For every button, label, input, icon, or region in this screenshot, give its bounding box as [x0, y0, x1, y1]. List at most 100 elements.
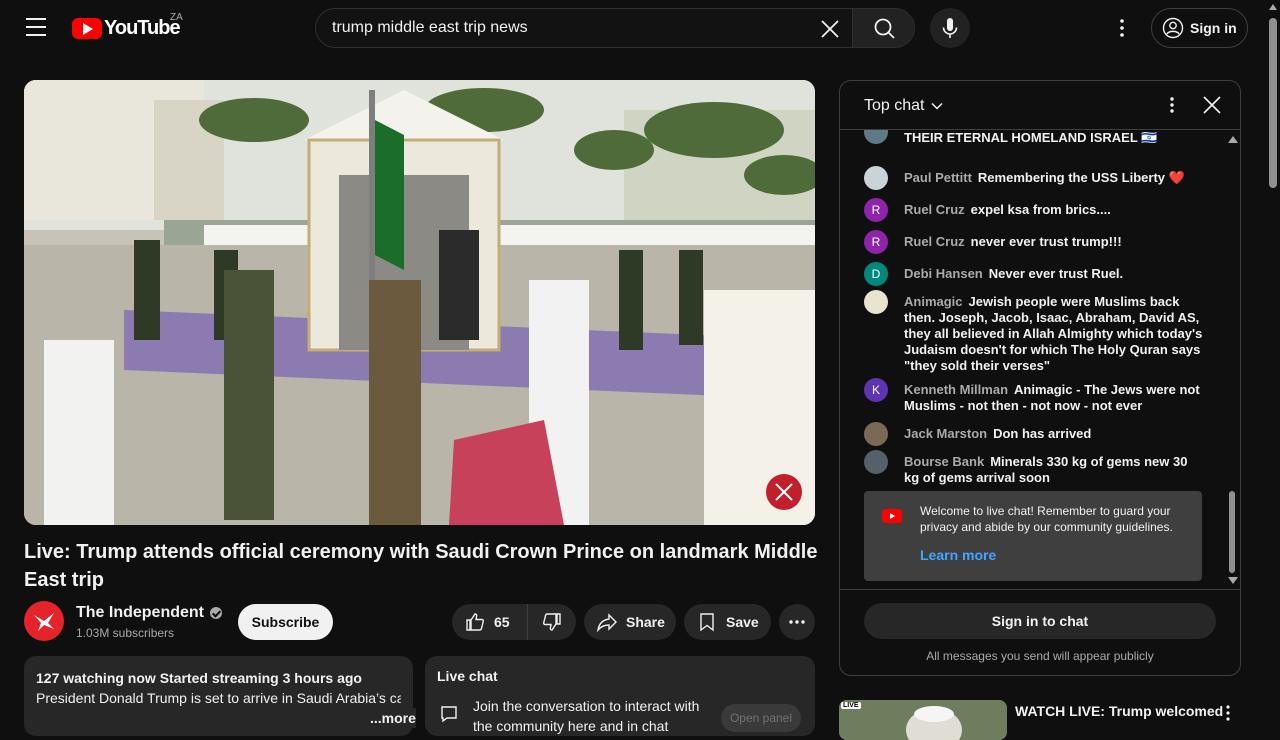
description-text: President Donald Trump is set to arrive …	[36, 690, 401, 706]
top-chat-dropdown[interactable]: Top chat	[864, 97, 946, 115]
close-chat-icon[interactable]	[1200, 93, 1224, 117]
chat-message-text: THEIR ETERNAL HOMELAND ISRAEL 🇮🇱	[904, 130, 1158, 145]
thumbs-up-icon	[466, 613, 484, 631]
scroll-down-arrow-icon[interactable]	[1228, 577, 1238, 584]
sign-in-button[interactable]: Sign in	[1151, 8, 1248, 48]
more-horizontal-icon	[789, 620, 805, 624]
like-dislike-group: 65	[452, 604, 576, 640]
chat-avatar: K	[864, 378, 888, 402]
chat-avatar	[864, 130, 888, 144]
chat-message: THEIR ETERNAL HOMELAND ISRAEL 🇮🇱	[864, 130, 1204, 146]
recommended-thumbnail[interactable]: LIVE	[839, 700, 1007, 740]
masthead: YouTube ZA Sign in	[0, 0, 1280, 56]
view-and-stream-info: 127 watching now Started streaming 3 hou…	[36, 670, 362, 686]
chat-message: Animagic Jewish people were Muslims back …	[864, 290, 1204, 374]
chat-author: Debi Hansen	[904, 266, 983, 281]
logo-text: YouTube	[104, 16, 181, 39]
chat-scrollbar-thumb[interactable]	[1229, 491, 1235, 573]
bookmark-icon	[700, 613, 714, 632]
search-input[interactable]	[316, 9, 852, 47]
subscribe-button[interactable]: Subscribe	[238, 604, 333, 640]
description-more-link[interactable]: ...more	[366, 708, 416, 728]
chat-bubble-icon	[441, 706, 457, 723]
chat-message: Jack Marston Don has arrived	[864, 422, 1204, 446]
open-panel-button[interactable]: Open panel	[721, 704, 801, 732]
chat-footer: Sign in to chat All messages you send wi…	[840, 589, 1240, 675]
live-chat-card: Live chat Join the conversation to inter…	[425, 656, 815, 736]
chat-message-text: Remembering the USS Liberty ❤️	[977, 170, 1185, 185]
chat-author: Animagic	[904, 294, 963, 309]
live-chat-join-text: Join the conversation to interact with t…	[473, 698, 700, 734]
live-chat-card-title: Live chat	[437, 668, 498, 684]
public-messages-note: All messages you send will appear public…	[926, 649, 1154, 663]
youtube-icon	[882, 509, 902, 523]
video-title: Live: Trump attends official ceremony wi…	[24, 541, 818, 591]
chat-author: Kenneth Millman	[904, 382, 1009, 397]
live-badge: LIVE	[841, 702, 861, 709]
independent-eagle-icon	[34, 613, 54, 631]
scroll-up-arrow-icon[interactable]	[1228, 136, 1238, 143]
subscriber-count: 1.03M subscribers	[76, 626, 175, 640]
description-box[interactable]: 127 watching now Started streaming 3 hou…	[24, 656, 416, 736]
sign-in-label: Sign in	[1190, 20, 1237, 36]
sign-in-to-chat-button[interactable]: Sign in to chat	[864, 603, 1216, 639]
clear-search-icon[interactable]	[816, 15, 844, 43]
share-icon	[596, 613, 617, 633]
share-label: Share	[626, 614, 665, 630]
chat-avatar	[864, 422, 888, 446]
chat-author: Jack Marston	[904, 426, 988, 441]
chat-mode-label: Top chat	[864, 97, 925, 114]
like-count: 65	[494, 614, 510, 630]
more-actions-button[interactable]	[779, 604, 815, 640]
chat-options-kebab-icon[interactable]	[1160, 93, 1184, 117]
channel-name-row[interactable]: The Independent	[76, 604, 222, 622]
chevron-down-icon	[931, 102, 944, 110]
chat-avatar: R	[864, 230, 888, 254]
page-scrollbar[interactable]	[1266, 0, 1280, 720]
settings-kebab-icon[interactable]	[1106, 12, 1138, 44]
chat-header: Top chat	[840, 81, 1240, 130]
save-button[interactable]: Save	[684, 604, 771, 640]
chat-author: Paul Pettitt	[904, 170, 972, 185]
chat-author: Bourse Bank	[904, 454, 985, 469]
chat-avatar: D	[864, 262, 888, 286]
chat-avatar	[864, 166, 888, 190]
chat-author: Ruel Cruz	[904, 202, 965, 217]
search-icon	[874, 18, 895, 39]
channel-name[interactable]: The Independent	[76, 604, 204, 622]
recommended-title[interactable]: WATCH LIVE: Trump welcomed	[1015, 703, 1223, 719]
chat-message-text: Don has arrived	[993, 426, 1092, 441]
recommendation-kebab-icon[interactable]	[1221, 704, 1235, 724]
chat-avatar	[864, 290, 888, 314]
thumbs-down-icon	[543, 613, 561, 631]
menu-icon[interactable]	[24, 18, 48, 38]
search-box	[315, 8, 915, 48]
channel-avatar[interactable]	[24, 601, 64, 641]
page-scrollbar-thumb[interactable]	[1269, 18, 1277, 188]
chat-message-list[interactable]: THEIR ETERNAL HOMELAND ISRAEL 🇮🇱 Paul Pe…	[840, 130, 1240, 590]
video-frame	[24, 80, 815, 525]
thumbnail-image	[839, 700, 1007, 740]
chat-message: Bourse Bank Minerals 330 kg of gems new 3…	[864, 450, 1204, 486]
learn-more-link[interactable]: Learn more	[920, 547, 996, 563]
chat-avatar: R	[864, 198, 888, 222]
video-player[interactable]	[24, 80, 815, 525]
welcome-text: Welcome to live chat! Remember to guard …	[920, 504, 1173, 534]
share-button[interactable]: Share	[584, 604, 676, 640]
chat-message: R Ruel Cruz expel ksa from brics....	[864, 198, 1204, 222]
recommended-video[interactable]: LIVE WATCH LIVE: Trump welcomed	[839, 700, 1241, 740]
dislike-button[interactable]	[528, 604, 563, 640]
chat-scrollbar[interactable]	[1228, 136, 1238, 586]
microphone-icon	[942, 18, 958, 38]
chat-message: D Debi Hansen Never ever trust Ruel.	[864, 262, 1204, 286]
search-button[interactable]	[852, 9, 914, 47]
chat-message: Paul Pettitt Remembering the USS Liberty …	[864, 166, 1204, 190]
youtube-logo[interactable]: YouTube	[72, 16, 181, 40]
chat-message: R Ruel Cruz never ever trust trump!!!	[864, 230, 1204, 254]
country-code: ZA	[170, 12, 183, 23]
chat-message-text: expel ksa from brics....	[970, 202, 1111, 217]
like-button[interactable]: 65	[452, 604, 528, 640]
chat-author: Ruel Cruz	[904, 234, 965, 249]
voice-search-button[interactable]	[930, 8, 970, 48]
account-icon	[1162, 17, 1184, 39]
